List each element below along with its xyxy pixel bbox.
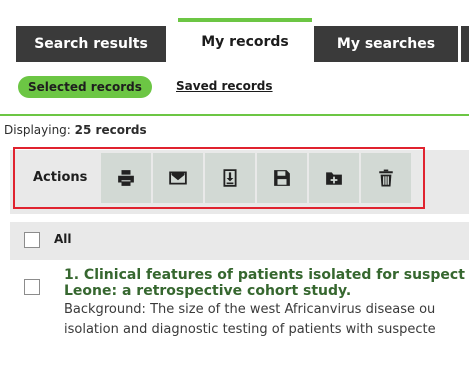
subtab-bar: Selected records Saved records	[0, 62, 469, 116]
record-abstract-line: isolation and diagnostic testing of pati…	[64, 322, 436, 337]
tab-overflow[interactable]	[461, 26, 469, 62]
record-title[interactable]: 1. Clinical features of patients isolate…	[64, 267, 469, 299]
select-all-label: All	[54, 232, 72, 246]
tab-my-searches[interactable]: My searches	[314, 26, 458, 62]
select-all-checkbox[interactable]	[24, 232, 40, 248]
record-checkbox[interactable]	[24, 279, 40, 295]
subtab-saved-records[interactable]: Saved records	[176, 79, 273, 93]
record-count-prefix: Displaying:	[4, 123, 71, 137]
record-title-line: Leone: a retrospective cohort study.	[64, 283, 352, 299]
record-abstract-line: Background: The size of the west African…	[64, 302, 436, 317]
subtab-selected-records[interactable]: Selected records	[18, 76, 152, 98]
tab-label: My searches	[336, 36, 436, 52]
record-abstract: Background: The size of the west African…	[64, 300, 469, 340]
tab-search-results[interactable]: Search results	[16, 26, 166, 62]
actions-highlight-frame	[13, 147, 425, 209]
tab-label: Search results	[34, 36, 148, 52]
tab-label: My records	[201, 34, 289, 50]
tab-my-records[interactable]: My records	[178, 18, 312, 62]
record-count-line: Displaying: 25 records	[4, 123, 147, 137]
record-count: 25 records	[74, 123, 147, 137]
record-title-line: 1. Clinical features of patients isolate…	[64, 267, 465, 283]
tab-bar: Search results My records My searches	[0, 18, 469, 62]
select-all-row	[10, 222, 469, 260]
